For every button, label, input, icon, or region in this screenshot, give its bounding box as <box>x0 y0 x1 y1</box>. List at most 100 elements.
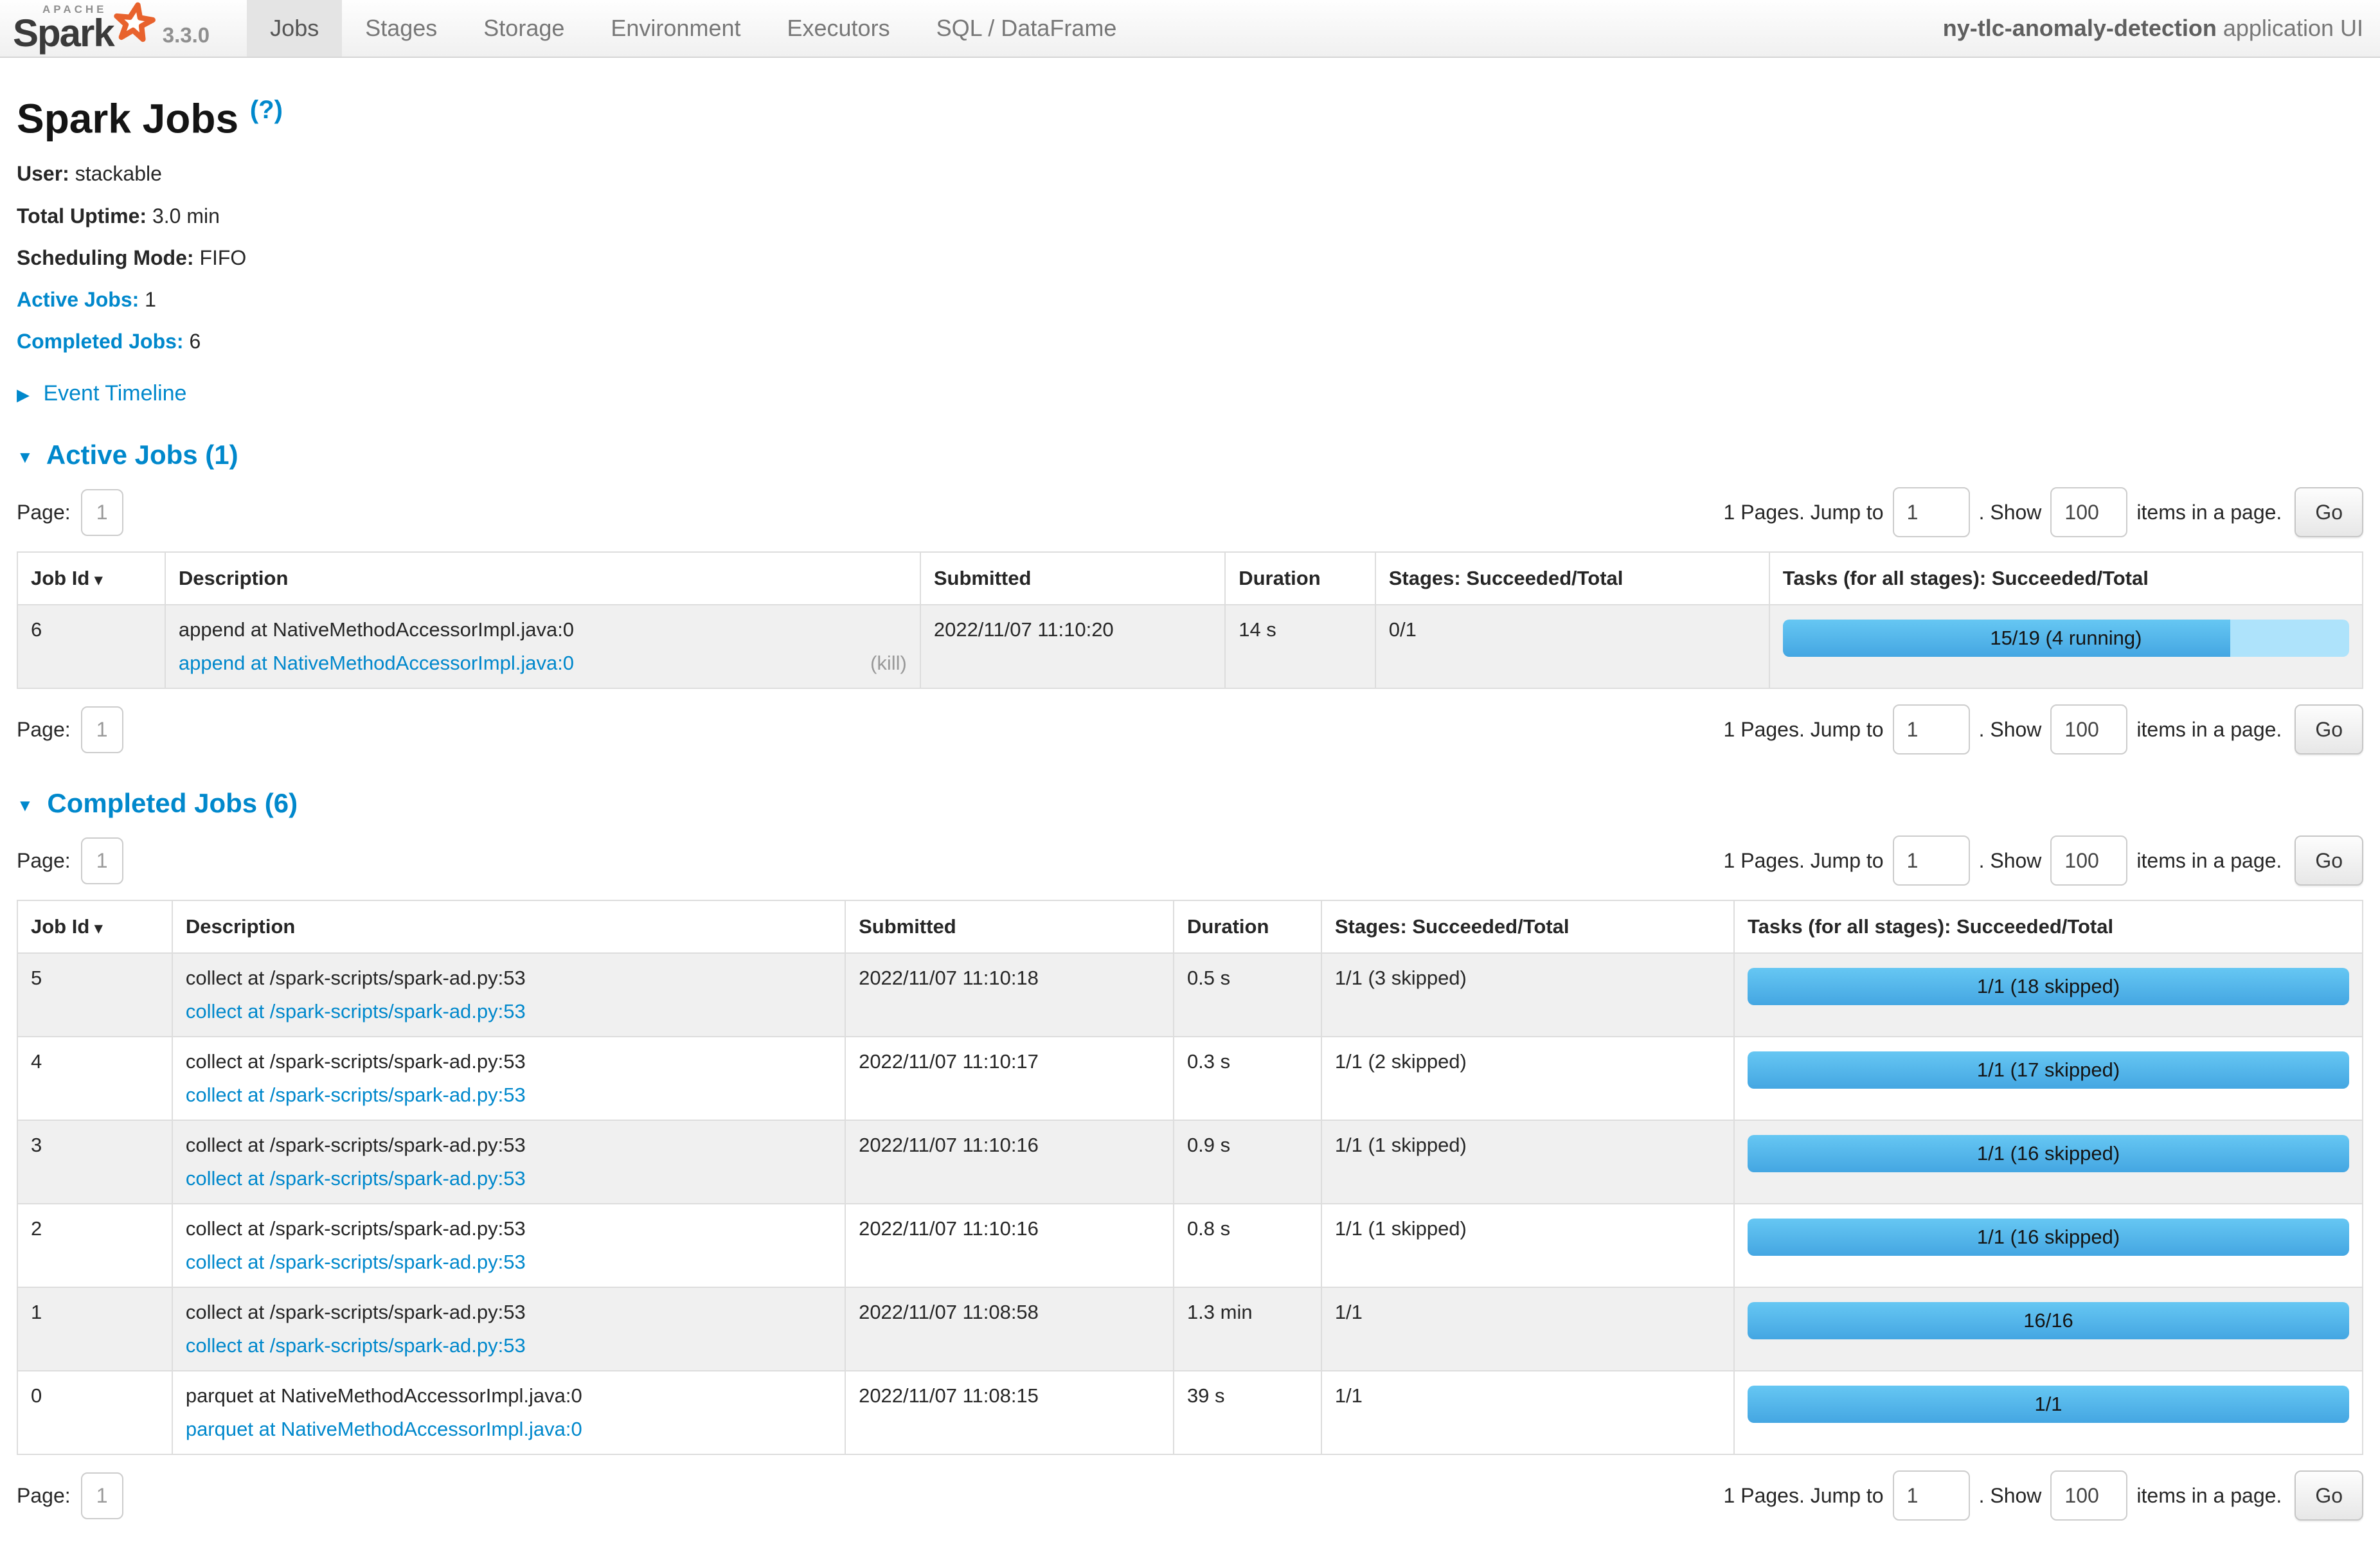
event-timeline-label: Event Timeline <box>43 381 186 406</box>
items-in-page-text: items in a page. <box>2136 849 2282 873</box>
active-jobs-count: 1 <box>145 288 156 311</box>
column-header-submitted[interactable]: Submitted <box>920 552 1225 605</box>
scheduling-mode-value: FIFO <box>199 246 246 269</box>
show-items-input[interactable] <box>2050 704 2127 755</box>
active-jobs-link[interactable]: Active Jobs: <box>17 288 139 311</box>
pager-left: Page:1 <box>17 489 123 536</box>
job-description-line2: collect at /spark-scripts/spark-ad.py:53 <box>186 1334 832 1357</box>
caret-right-icon: ▶ <box>17 385 30 405</box>
job-description-link[interactable]: collect at /spark-scripts/spark-ad.py:53 <box>186 1334 526 1357</box>
summary-active-jobs: Active Jobs: 1 <box>17 286 2363 314</box>
column-header-job-id[interactable]: Job Id▾ <box>17 552 165 605</box>
page-number-button[interactable]: 1 <box>81 1472 123 1519</box>
show-items-input[interactable] <box>2050 1470 2127 1521</box>
page-title-text: Spark Jobs <box>17 95 238 141</box>
go-button[interactable]: Go <box>2295 704 2363 755</box>
scheduling-mode-label: Scheduling Mode: <box>17 246 194 269</box>
job-row-2: 2collect at /spark-scripts/spark-ad.py:5… <box>17 1204 2363 1287</box>
go-button[interactable]: Go <box>2295 835 2363 886</box>
job-description-text: collect at /spark-scripts/spark-ad.py:53 <box>186 1301 832 1324</box>
job-description-line2: collect at /spark-scripts/spark-ad.py:53 <box>186 1084 832 1107</box>
column-header-tasks-for-all-stages-succeeded-total[interactable]: Tasks (for all stages): Succeeded/Total <box>1769 552 2363 605</box>
column-header-submitted[interactable]: Submitted <box>845 900 1174 953</box>
job-id-cell: 3 <box>17 1120 172 1204</box>
active-jobs-pagination-top: Page:1 1 Pages. Jump to. Showitems in a p… <box>17 487 2363 537</box>
column-header-stages-succeeded-total[interactable]: Stages: Succeeded/Total <box>1375 552 1769 605</box>
sort-desc-icon: ▾ <box>94 571 102 589</box>
show-items-input[interactable] <box>2050 487 2127 537</box>
task-progress-label: 16/16 <box>1748 1302 2349 1339</box>
job-description-link[interactable]: collect at /spark-scripts/spark-ad.py:53 <box>186 1000 526 1023</box>
column-header-job-id[interactable]: Job Id▾ <box>17 900 172 953</box>
jump-to-input[interactable] <box>1893 487 1970 537</box>
task-progress-bar: 1/1 (16 skipped) <box>1748 1135 2349 1172</box>
caret-down-icon: ▼ <box>17 796 33 816</box>
kill-link[interactable]: (kill) <box>870 652 907 675</box>
job-submitted-cell: 2022/11/07 11:08:58 <box>845 1287 1174 1371</box>
show-items-input[interactable] <box>2050 835 2127 886</box>
tab-jobs[interactable]: Jobs <box>247 0 342 57</box>
spark-version: 3.3.0 <box>156 23 215 51</box>
job-row-0: 0parquet at NativeMethodAccessorImpl.jav… <box>17 1371 2363 1454</box>
job-stages-cell: 1/1 <box>1321 1371 1734 1454</box>
job-description-line2: collect at /spark-scripts/spark-ad.py:53 <box>186 1167 832 1190</box>
job-description-text: collect at /spark-scripts/spark-ad.py:53 <box>186 1050 832 1073</box>
column-header-tasks-for-all-stages-succeeded-total[interactable]: Tasks (for all stages): Succeeded/Total <box>1734 900 2363 953</box>
tab-stages[interactable]: Stages <box>342 0 460 57</box>
column-header-description[interactable]: Description <box>172 900 845 953</box>
page-number-button[interactable]: 1 <box>81 489 123 536</box>
jump-to-input[interactable] <box>1893 1470 1970 1521</box>
page-content: Spark Jobs (?) User: stackable Total Upt… <box>0 58 2380 1554</box>
job-row-6: 6append at NativeMethodAccessorImpl.java… <box>17 605 2363 688</box>
go-button[interactable]: Go <box>2295 1470 2363 1521</box>
job-stages-cell: 1/1 (3 skipped) <box>1321 953 1734 1037</box>
job-description-link[interactable]: collect at /spark-scripts/spark-ad.py:53 <box>186 1084 526 1107</box>
caret-down-icon: ▼ <box>17 447 33 467</box>
job-description-line2: collect at /spark-scripts/spark-ad.py:53 <box>186 1251 832 1274</box>
completed-jobs-link[interactable]: Completed Jobs: <box>17 330 184 353</box>
job-row-4: 4collect at /spark-scripts/spark-ad.py:5… <box>17 1037 2363 1120</box>
tab-sql-dataframe[interactable]: SQL / DataFrame <box>913 0 1140 57</box>
go-button[interactable]: Go <box>2295 487 2363 537</box>
active-jobs-pagination-bottom: Page:11 Pages. Jump to. Showitems in a p… <box>17 704 2363 755</box>
application-name-suffix: application UI <box>2223 15 2363 42</box>
job-submitted-cell: 2022/11/07 11:10:16 <box>845 1120 1174 1204</box>
jump-to-input[interactable] <box>1893 835 1970 886</box>
event-timeline-toggle[interactable]: ▶ Event Timeline <box>17 381 2363 406</box>
job-description-link[interactable]: collect at /spark-scripts/spark-ad.py:53 <box>186 1167 526 1190</box>
completed-jobs-table: Job Id▾DescriptionSubmittedDurationStage… <box>17 900 2363 1455</box>
active-jobs-section-header[interactable]: ▼ Active Jobs (1) <box>17 440 2363 470</box>
jump-to-input[interactable] <box>1893 704 1970 755</box>
pages-count-text: 1 Pages. Jump to <box>1724 501 1884 524</box>
help-link[interactable]: (?) <box>250 96 283 124</box>
items-in-page-text: items in a page. <box>2136 1484 2282 1508</box>
column-header-description[interactable]: Description <box>165 552 920 605</box>
job-description-link[interactable]: append at NativeMethodAccessorImpl.java:… <box>179 652 574 675</box>
page-title: Spark Jobs (?) <box>17 87 2363 142</box>
completed-jobs-section-header[interactable]: ▼ Completed Jobs (6) <box>17 788 2363 819</box>
column-header-stages-succeeded-total[interactable]: Stages: Succeeded/Total <box>1321 900 1734 953</box>
task-progress-bar: 15/19 (4 running) <box>1783 620 2349 657</box>
column-header-duration[interactable]: Duration <box>1225 552 1375 605</box>
job-submitted-cell: 2022/11/07 11:10:17 <box>845 1037 1174 1120</box>
pager-right: 1 Pages. Jump to. Showitems in a page.Go <box>1724 487 2363 537</box>
column-header-duration[interactable]: Duration <box>1174 900 1321 953</box>
job-tasks-cell: 1/1 (16 skipped) <box>1734 1204 2363 1287</box>
page-number-button[interactable]: 1 <box>81 706 123 753</box>
job-description-cell: collect at /spark-scripts/spark-ad.py:53… <box>172 1287 845 1371</box>
nav-tabs: JobsStagesStorageEnvironmentExecutorsSQL… <box>247 0 1140 57</box>
task-progress-label: 1/1 (16 skipped) <box>1748 1135 2349 1172</box>
job-description-text: collect at /spark-scripts/spark-ad.py:53 <box>186 1134 832 1157</box>
job-duration-cell: 39 s <box>1174 1371 1321 1454</box>
job-duration-cell: 1.3 min <box>1174 1287 1321 1371</box>
job-row-1: 1collect at /spark-scripts/spark-ad.py:5… <box>17 1287 2363 1371</box>
tab-storage[interactable]: Storage <box>460 0 587 57</box>
summary-uptime: Total Uptime: 3.0 min <box>17 202 2363 230</box>
job-description-link[interactable]: collect at /spark-scripts/spark-ad.py:53 <box>186 1251 526 1274</box>
tab-environment[interactable]: Environment <box>587 0 764 57</box>
page-number-button[interactable]: 1 <box>81 837 123 884</box>
show-text: . Show <box>1979 718 2042 742</box>
job-description-line2: collect at /spark-scripts/spark-ad.py:53 <box>186 1000 832 1023</box>
job-description-link[interactable]: parquet at NativeMethodAccessorImpl.java… <box>186 1418 582 1441</box>
tab-executors[interactable]: Executors <box>764 0 913 57</box>
